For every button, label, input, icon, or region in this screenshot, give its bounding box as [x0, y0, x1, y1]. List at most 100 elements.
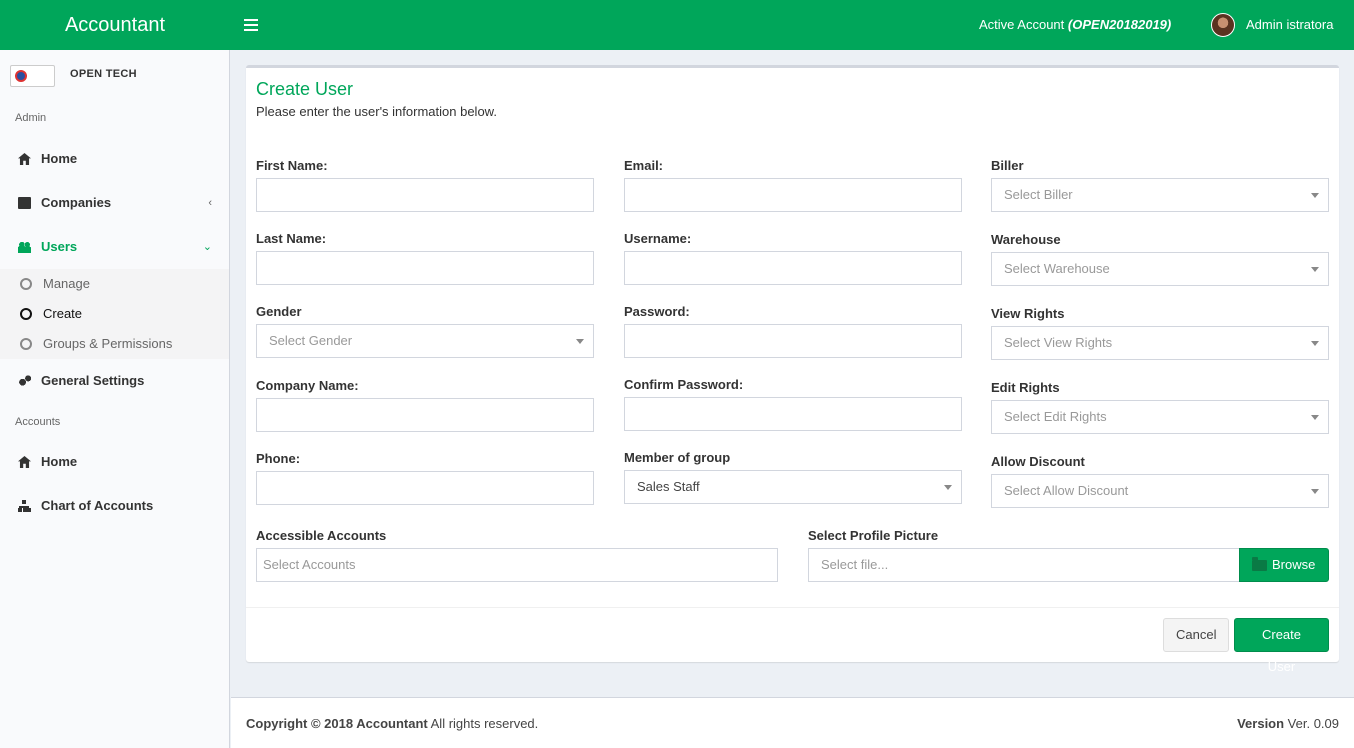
copyright-rest: All rights reserved. [427, 716, 539, 731]
copyright: Copyright © 2018 Accountant All rights r… [246, 716, 538, 731]
caret-down-icon [944, 485, 952, 490]
browse-button-label: Browse [1272, 557, 1316, 572]
sidebar-subitem-manage[interactable]: Manage [0, 270, 229, 298]
sidebar-item-home[interactable]: Home [0, 139, 229, 179]
sidebar-subitem-create[interactable]: Create [0, 300, 229, 328]
caret-down-icon [1311, 341, 1319, 346]
sidebar-item-label: Users [41, 239, 78, 254]
avatar[interactable] [1211, 13, 1235, 37]
email-field[interactable] [624, 178, 962, 212]
biller-select[interactable]: Select Biller [991, 178, 1329, 212]
home-icon [18, 456, 31, 468]
gender-select[interactable]: Select Gender [256, 324, 594, 358]
user-menu[interactable]: Admin istratora [1246, 17, 1333, 32]
file-input-placeholder: Select file... [821, 557, 889, 572]
member-of-group-label: Member of group [624, 450, 731, 465]
page-subtitle: Please enter the user's information belo… [256, 104, 497, 119]
view-rights-select-placeholder: Select View Rights [1004, 335, 1113, 350]
sitemap-icon [18, 500, 31, 512]
edit-rights-label: Edit Rights [991, 380, 1060, 395]
company-name-field[interactable] [256, 398, 594, 432]
sidebar-item-label: Companies [41, 195, 112, 210]
biller-label: Biller [991, 158, 1024, 173]
caret-down-icon [576, 339, 584, 344]
password-field[interactable] [624, 324, 962, 358]
allow-discount-label: Allow Discount [991, 454, 1085, 469]
circle-icon [20, 278, 32, 290]
email-label: Email: [624, 158, 664, 173]
last-name-field[interactable] [256, 251, 594, 285]
last-name-label: Last Name: [256, 231, 327, 246]
member-of-group-value: Sales Staff [637, 479, 700, 494]
sidebar-header-accounts: Accounts [15, 416, 61, 428]
view-rights-select[interactable]: Select View Rights [991, 326, 1329, 360]
gender-select-placeholder: Select Gender [269, 333, 353, 348]
address-book-icon [18, 197, 31, 209]
biller-select-placeholder: Select Biller [1004, 187, 1073, 202]
accessible-accounts-label: Accessible Accounts [256, 528, 387, 543]
sidebar-subitem-label: Groups & Permissions [43, 336, 173, 351]
sidebar-toggle-icon[interactable] [244, 16, 258, 34]
create-user-box: Create User Please enter the user's info… [246, 65, 1339, 674]
chevron-left-icon: ‹ [208, 197, 212, 209]
sidebar-subitem-label: Manage [43, 276, 90, 291]
warehouse-label: Warehouse [991, 232, 1061, 247]
home-icon [18, 153, 31, 165]
active-account-label: Active Account [979, 17, 1065, 32]
active-account-code: (OPEN20182019) [1067, 17, 1172, 32]
create-user-button[interactable]: Create User [1234, 618, 1329, 674]
view-rights-label: View Rights [991, 306, 1065, 321]
browse-button[interactable]: Browse [1239, 548, 1329, 582]
company-logo [10, 65, 55, 87]
cancel-button[interactable]: Cancel [1163, 618, 1229, 652]
first-name-field[interactable] [256, 178, 594, 212]
users-icon [18, 241, 31, 253]
accessible-accounts-placeholder: Select Accounts [263, 557, 356, 572]
caret-down-icon [1311, 489, 1319, 494]
sidebar-item-label: General Settings [41, 373, 145, 388]
edit-rights-select[interactable]: Select Edit Rights [991, 400, 1329, 434]
circle-icon [20, 308, 32, 320]
sidebar-item-users[interactable]: Users ⌄ [0, 227, 229, 267]
active-account[interactable]: Active Account (OPEN20182019) [979, 17, 1171, 32]
warehouse-select[interactable]: Select Warehouse [991, 252, 1329, 286]
gender-label: Gender [256, 304, 302, 319]
company-name-label: Company Name: [256, 378, 359, 393]
sidebar-item-label: Home [41, 151, 78, 166]
sidebar-item-chart-of-accounts[interactable]: Chart of Accounts [0, 486, 229, 526]
first-name-label: First Name: [256, 158, 328, 173]
sidebar-header-admin: Admin [15, 112, 47, 124]
sidebar-subitem-groups[interactable]: Groups & Permissions [0, 330, 229, 358]
accessible-accounts-select[interactable]: Select Accounts [256, 548, 778, 582]
page-title: Create User [256, 79, 354, 99]
page-footer: Copyright © 2018 Accountant All rights r… [231, 697, 1354, 748]
top-header: Accountant Active Account (OPEN20182019)… [0, 0, 1354, 50]
confirm-password-label: Confirm Password: [624, 377, 744, 392]
sidebar-item-companies[interactable]: Companies ‹ [0, 183, 229, 223]
username-field[interactable] [624, 251, 962, 285]
app-logo[interactable]: Accountant [0, 0, 230, 50]
version-label: Version [1237, 716, 1285, 731]
circle-icon [20, 338, 32, 350]
sidebar: OPEN TECH Admin Home Companies ‹ Users ⌄… [0, 50, 230, 748]
confirm-password-field[interactable] [624, 397, 962, 431]
profile-picture-file-input[interactable]: Select file... [808, 548, 1240, 582]
password-label: Password: [624, 304, 690, 319]
sidebar-item-general-settings[interactable]: General Settings [0, 361, 229, 401]
cogs-icon [18, 375, 31, 387]
sidebar-subitem-label: Create [43, 306, 83, 321]
warehouse-select-placeholder: Select Warehouse [1004, 261, 1110, 276]
divider [246, 607, 1339, 608]
version: Version Ver. 0.09 [1237, 716, 1339, 731]
edit-rights-select-placeholder: Select Edit Rights [1004, 409, 1107, 424]
allow-discount-select-placeholder: Select Allow Discount [1004, 483, 1129, 498]
version-number: Ver. 0.09 [1284, 716, 1339, 731]
phone-field[interactable] [256, 471, 594, 505]
sidebar-item-accounts-home[interactable]: Home [0, 442, 229, 482]
member-of-group-select[interactable]: Sales Staff [624, 470, 962, 504]
profile-picture-label: Select Profile Picture [808, 528, 939, 543]
allow-discount-select[interactable]: Select Allow Discount [991, 474, 1329, 508]
company-name: OPEN TECH [70, 68, 137, 80]
copyright-bold: Copyright © 2018 Accountant [246, 716, 428, 731]
sidebar-item-label: Chart of Accounts [41, 498, 154, 513]
